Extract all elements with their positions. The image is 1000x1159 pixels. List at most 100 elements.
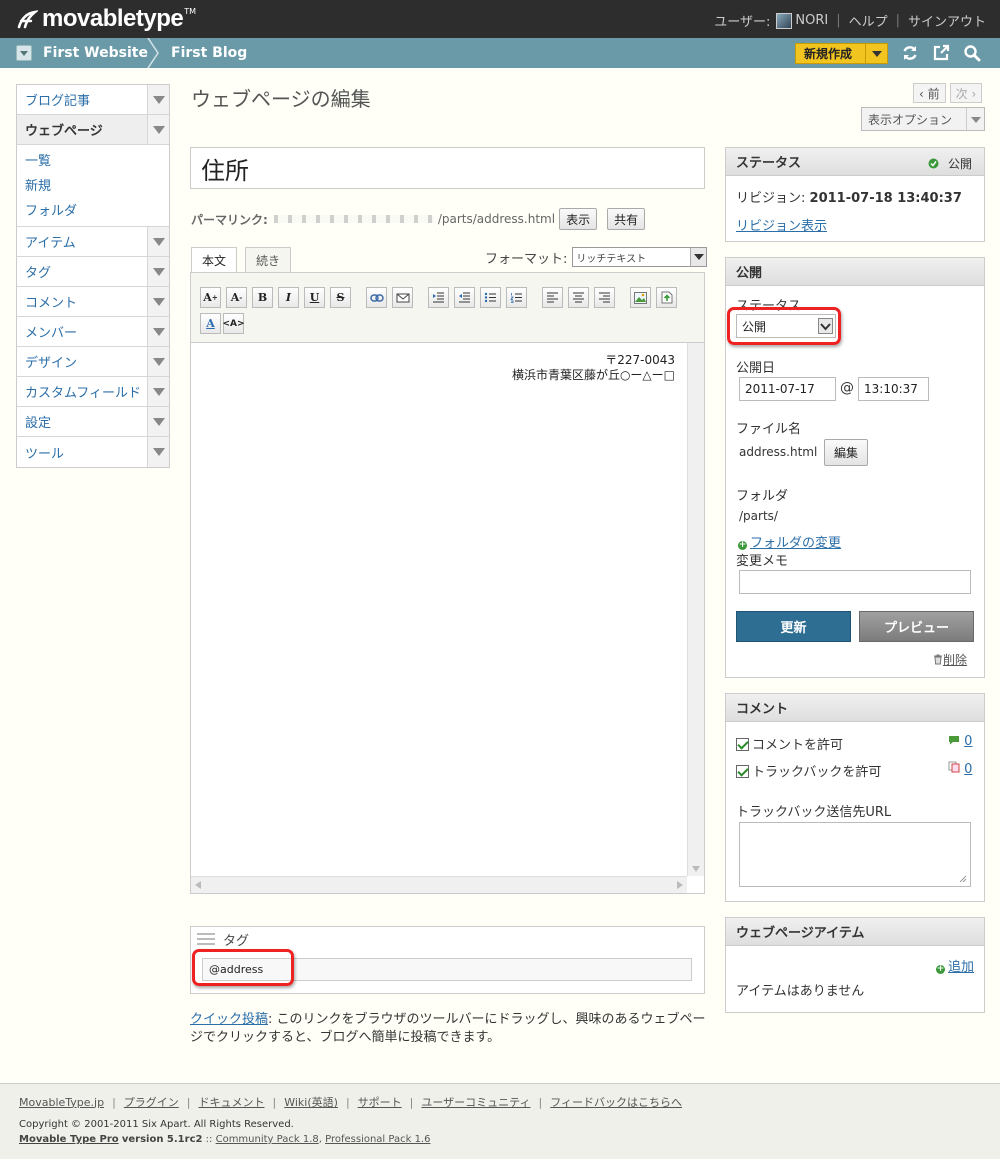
avatar[interactable] [776, 12, 793, 29]
html-mode-icon[interactable]: <A> [222, 313, 245, 334]
view-button[interactable]: 表示 [559, 208, 598, 230]
publish-date-input[interactable]: 2011-07-17 [739, 377, 836, 401]
sidebar-item-webpages[interactable]: ウェブページ [17, 115, 169, 145]
refresh-icon[interactable] [901, 44, 919, 62]
allow-comments-row[interactable]: コメントを許可 [736, 734, 843, 753]
revision-history-link[interactable]: リビジョン表示 [736, 215, 827, 234]
chevron-down-icon[interactable] [147, 227, 169, 256]
font-size-larger-icon[interactable]: A + [200, 287, 221, 308]
chevron-down-icon[interactable] [147, 115, 169, 144]
comment-count-link[interactable]: 0 [964, 734, 972, 749]
preview-button[interactable]: プレビュー [859, 611, 974, 642]
text-color-icon[interactable]: A [200, 313, 221, 334]
sidebar-item-design[interactable]: デザイン [17, 347, 169, 377]
link-icon[interactable] [366, 287, 387, 308]
chevron-down-icon[interactable] [147, 317, 169, 346]
submenu-item-list[interactable]: 一覧 [25, 149, 169, 174]
user-name-link[interactable]: NORI [795, 13, 828, 28]
insert-file-icon[interactable] [656, 287, 677, 308]
scroll-left-icon[interactable] [195, 881, 201, 889]
submenu-item-new[interactable]: 新規 [25, 174, 169, 199]
sidebar-item-tags[interactable]: タグ [17, 257, 169, 287]
font-size-smaller-icon[interactable]: A- [226, 287, 247, 308]
chevron-down-icon[interactable] [147, 347, 169, 376]
tab-more[interactable]: 続き [245, 247, 292, 273]
drag-handle-icon[interactable] [197, 933, 215, 945]
delete-link[interactable]: 削除 [933, 651, 967, 668]
help-link[interactable]: ヘルプ [849, 11, 888, 30]
view-site-icon[interactable] [932, 44, 950, 62]
comment-count[interactable]: 0 [948, 734, 972, 749]
sidebar-item-members[interactable]: メンバー [17, 317, 169, 347]
format-select[interactable]: リッチテキスト [572, 247, 708, 267]
chevron-down-icon[interactable] [147, 287, 169, 316]
sidebar-item-custom-fields[interactable]: カスタムフィールド [17, 377, 169, 407]
sidebar-item-settings[interactable]: 設定 [17, 407, 169, 437]
footer-link[interactable]: プラグイン [124, 1094, 179, 1110]
footer-link[interactable]: Wiki(英語) [284, 1094, 338, 1110]
footer-link[interactable]: ドキュメント [199, 1094, 265, 1110]
tab-body[interactable]: 本文 [191, 247, 238, 273]
submenu-item-folders[interactable]: フォルダ [25, 199, 169, 224]
outdent-icon[interactable] [454, 287, 475, 308]
vertical-scrollbar[interactable] [687, 343, 704, 876]
scope-blog-link[interactable]: First Blog [171, 45, 247, 61]
signout-link[interactable]: サインアウト [908, 11, 986, 30]
sidebar-item-tools[interactable]: ツール [17, 437, 169, 467]
change-folder-link[interactable]: + フォルダの変更 [738, 532, 841, 551]
sidebar-item-assets[interactable]: アイテム [17, 227, 169, 257]
underline-icon[interactable]: U [304, 287, 325, 308]
community-pack-link[interactable]: Community Pack 1.8 [216, 1134, 319, 1145]
footer-link[interactable]: MovableType.jp [19, 1096, 104, 1109]
scroll-down-icon[interactable] [692, 866, 700, 872]
professional-pack-link[interactable]: Professional Pack 1.6 [325, 1134, 430, 1145]
italic-icon[interactable]: I [278, 287, 299, 308]
update-button[interactable]: 更新 [736, 611, 851, 642]
chevron-down-icon[interactable] [865, 44, 887, 63]
align-right-icon[interactable] [594, 287, 615, 308]
chevron-down-icon[interactable] [147, 257, 169, 286]
align-left-icon[interactable] [542, 287, 563, 308]
create-new-button[interactable]: 新規作成 [795, 43, 888, 64]
email-link-icon[interactable] [392, 287, 413, 308]
scope-selector-toggle[interactable] [16, 45, 32, 61]
movabletype-logo[interactable]: movabletype TM [16, 5, 196, 33]
search-icon[interactable] [963, 44, 981, 62]
allow-trackbacks-row[interactable]: トラックバックを許可 [736, 761, 881, 780]
footer-link[interactable]: サポート [358, 1094, 402, 1110]
sidebar-item-entries[interactable]: ブログ記事 [17, 85, 169, 115]
trackback-url-textarea[interactable] [739, 822, 971, 887]
sidebar-item-comments[interactable]: コメント [17, 287, 169, 317]
publish-time-input[interactable]: 13:10:37 [858, 377, 929, 401]
scope-website-link[interactable]: First Website [43, 45, 148, 61]
horizontal-scrollbar[interactable] [191, 876, 687, 893]
strikethrough-icon[interactable]: S [330, 287, 351, 308]
prev-button[interactable]: ‹ 前 [913, 83, 946, 103]
footer-link[interactable]: ユーザーコミュニティ [421, 1094, 530, 1110]
editor-content[interactable]: 〒227-0043 横浜市青葉区藤が丘○ー△ー□ [191, 343, 687, 876]
edit-filename-button[interactable]: 編集 [824, 439, 869, 466]
share-button[interactable]: 共有 [607, 208, 646, 230]
trackback-count[interactable]: 0 [948, 761, 972, 777]
allow-trackbacks-checkbox[interactable] [736, 765, 749, 778]
quickpost-link[interactable]: クイック投稿 [190, 1012, 268, 1027]
allow-comments-checkbox[interactable] [736, 738, 749, 751]
change-memo-input[interactable] [739, 570, 971, 594]
bold-icon[interactable]: B [252, 287, 273, 308]
insert-image-icon[interactable] [630, 287, 651, 308]
indent-icon[interactable] [428, 287, 449, 308]
chevron-down-icon[interactable] [147, 85, 169, 114]
bulleted-list-icon[interactable] [480, 287, 501, 308]
chevron-down-icon[interactable] [147, 407, 169, 436]
resize-handle-icon[interactable] [959, 875, 967, 883]
product-link[interactable]: Movable Type Pro [19, 1134, 119, 1145]
chevron-down-icon[interactable] [147, 377, 169, 406]
display-options-button[interactable]: 表示オプション [861, 107, 985, 131]
title-input[interactable]: 住所 [190, 147, 705, 189]
numbered-list-icon[interactable] [506, 287, 527, 308]
trackback-count-link[interactable]: 0 [964, 762, 972, 777]
align-center-icon[interactable] [568, 287, 589, 308]
footer-link[interactable]: フィードバックはこちらへ [550, 1094, 682, 1110]
scroll-right-icon[interactable] [677, 881, 683, 889]
next-button[interactable]: 次 › [949, 83, 983, 103]
